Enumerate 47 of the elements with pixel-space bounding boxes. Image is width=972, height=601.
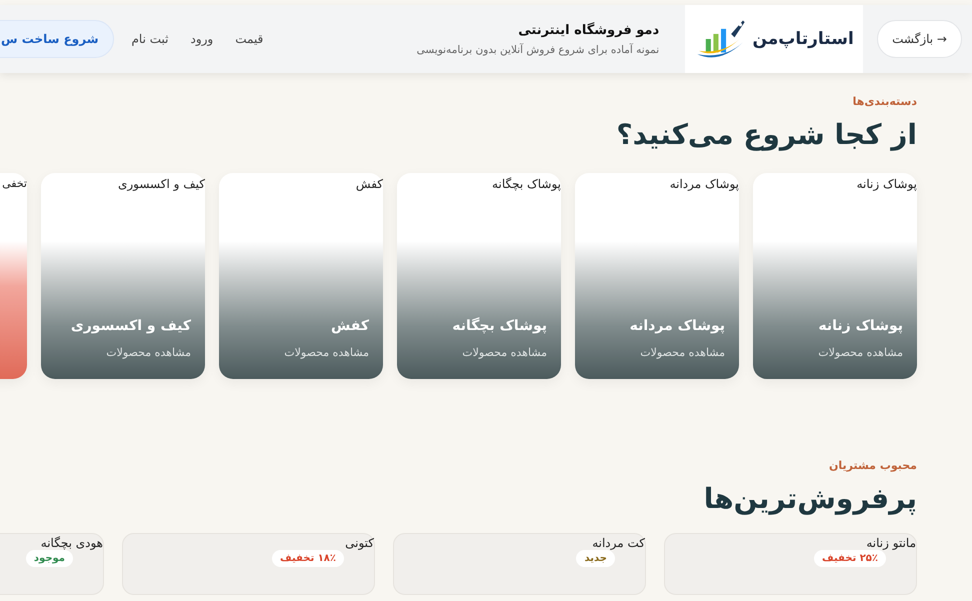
product-name: مانتو زنانه [866,536,916,550]
category-card[interactable]: پوشاک مردانه پوشاک مردانه مشاهده محصولات [575,173,739,379]
category-card[interactable]: کفش کفش مشاهده محصولات [219,173,383,379]
view-products-link[interactable]: مشاهده محصولات [767,346,903,359]
nav-link[interactable]: قیمت [235,32,264,46]
product-badge: ۲۵٪ تخفیف [814,550,886,567]
view-products-link[interactable]: مشاهده محصولات [411,346,547,359]
product-card[interactable]: مانتو زنانه ۲۵٪ تخفیف [664,533,917,595]
back-button[interactable]: → بازگشت [877,20,962,58]
category-title: کفش [330,318,369,334]
section-eyebrow: محبوب مشتریان [828,459,917,472]
store-subtitle: نمونه آماده برای شروع فروش آنلاین بدون برنامه‌نویسی [416,44,660,56]
category-card[interactable]: کیف و اکسسوری کیف و اکسسوری مشاهده محصولات [41,173,205,379]
image-alt-text: کیف و اکسسوری [118,177,205,191]
product-name: کت مردانه [592,536,645,550]
logo-text: استارتاپ‌من [752,29,854,49]
category-card[interactable]: تخفی [0,173,27,379]
section-eyebrow: دسته‌بندی‌ها [852,95,917,108]
category-title: کیف و اکسسوری [70,318,191,334]
product-badge: ۱۸٪ تخفیف [272,550,344,567]
view-products-link[interactable]: مشاهده محصولات [589,346,725,359]
image-alt-text: پوشاک بچگانه [492,177,561,191]
product-name: کتونی [345,536,374,550]
image-alt-text: پوشاک مردانه [670,177,739,191]
nav-link[interactable]: ورود [190,32,214,46]
view-products-link[interactable]: مشاهده محصولات [55,346,191,359]
category-title: پوشاک مردانه [628,318,725,334]
image-alt-text: پوشاک زنانه [856,177,917,191]
category-title: پوشاک زنانه [817,318,903,334]
product-card[interactable]: کتونی ۱۸٪ تخفیف [122,533,375,595]
category-card[interactable]: پوشاک زنانه پوشاک زنانه مشاهده محصولات [753,173,917,379]
product-card[interactable]: کت مردانه جدید [393,533,646,595]
view-products-link[interactable]: مشاهده محصولات [233,346,369,359]
section-heading: پرفروش‌ترین‌ها [702,482,917,515]
store-title: دمو فروشگاه اینترنتی [517,22,660,38]
category-title: پوشاک بچگانه [451,318,547,334]
start-button[interactable]: شروع ساخت س [0,20,114,58]
product-badge: موجود [26,550,73,567]
section-heading: از کجا شروع می‌کنید؟ [615,118,917,151]
product-card[interactable]: هودی بچگانه موجود [0,533,104,595]
logo-panel[interactable]: استارتاپ‌من [685,5,864,73]
image-alt-text: کفش [356,177,383,191]
image-alt-text: تخفی [2,177,27,190]
category-card[interactable]: پوشاک بچگانه پوشاک بچگانه مشاهده محصولات [397,173,561,379]
nav-link[interactable]: ثبت نام [132,32,168,46]
product-name: هودی بچگانه [40,536,103,550]
product-badge: جدید [576,550,615,567]
